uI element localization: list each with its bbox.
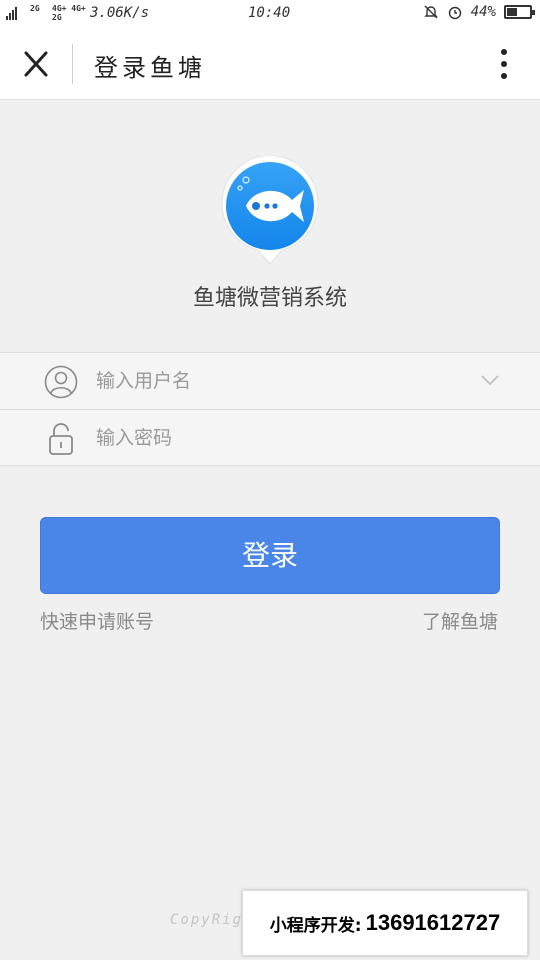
battery-percent: 44%	[470, 4, 496, 20]
network-indicator: 2G	[30, 4, 40, 13]
status-right: 44%	[423, 4, 535, 20]
network-label-4: 2G	[52, 13, 62, 22]
alarm-icon	[448, 6, 461, 20]
signal-icon	[6, 6, 17, 20]
more-vertical-icon[interactable]	[492, 46, 516, 82]
network-speed: 3.06K/s	[90, 5, 150, 21]
nav-divider	[72, 44, 73, 84]
lock-icon	[49, 423, 73, 455]
network-label-3: 4G+	[71, 4, 86, 13]
promo-banner: 小程序开发: 13691612727	[242, 890, 528, 956]
chevron-down-icon[interactable]	[480, 373, 500, 387]
password-row	[0, 409, 540, 466]
register-link[interactable]: 快速申请账号	[40, 607, 154, 634]
page-title: 登录鱼塘	[94, 54, 206, 82]
close-icon[interactable]	[18, 48, 54, 80]
nav-bar: 登录鱼塘	[0, 28, 540, 100]
login-button[interactable]: 登录	[40, 517, 500, 594]
network-indicator-secondary: 4G+ 4G+ 2G	[52, 4, 86, 22]
password-input[interactable]	[96, 420, 456, 456]
battery-fill	[507, 8, 517, 16]
battery-icon	[504, 5, 535, 19]
login-form	[0, 352, 540, 466]
status-bar: 2G 4G+ 4G+ 2G 3.06K/s 10:40 44%	[0, 0, 540, 28]
network-label-1: 2G	[30, 4, 40, 13]
app-logo	[221, 156, 319, 265]
promo-phone: 13691612727	[365, 910, 501, 935]
app-name: 鱼塘微营销系统	[192, 286, 347, 311]
user-icon	[44, 365, 78, 399]
bell-muted-icon	[424, 5, 438, 19]
copyright-text: CopyRigh	[170, 912, 254, 928]
promo-label: 小程序开发:	[269, 915, 362, 936]
network-label-2: 4G+	[52, 4, 67, 13]
username-row	[0, 352, 540, 409]
username-input[interactable]	[96, 363, 456, 399]
clock: 10:40	[248, 5, 291, 21]
about-link[interactable]: 了解鱼塘	[422, 607, 498, 634]
